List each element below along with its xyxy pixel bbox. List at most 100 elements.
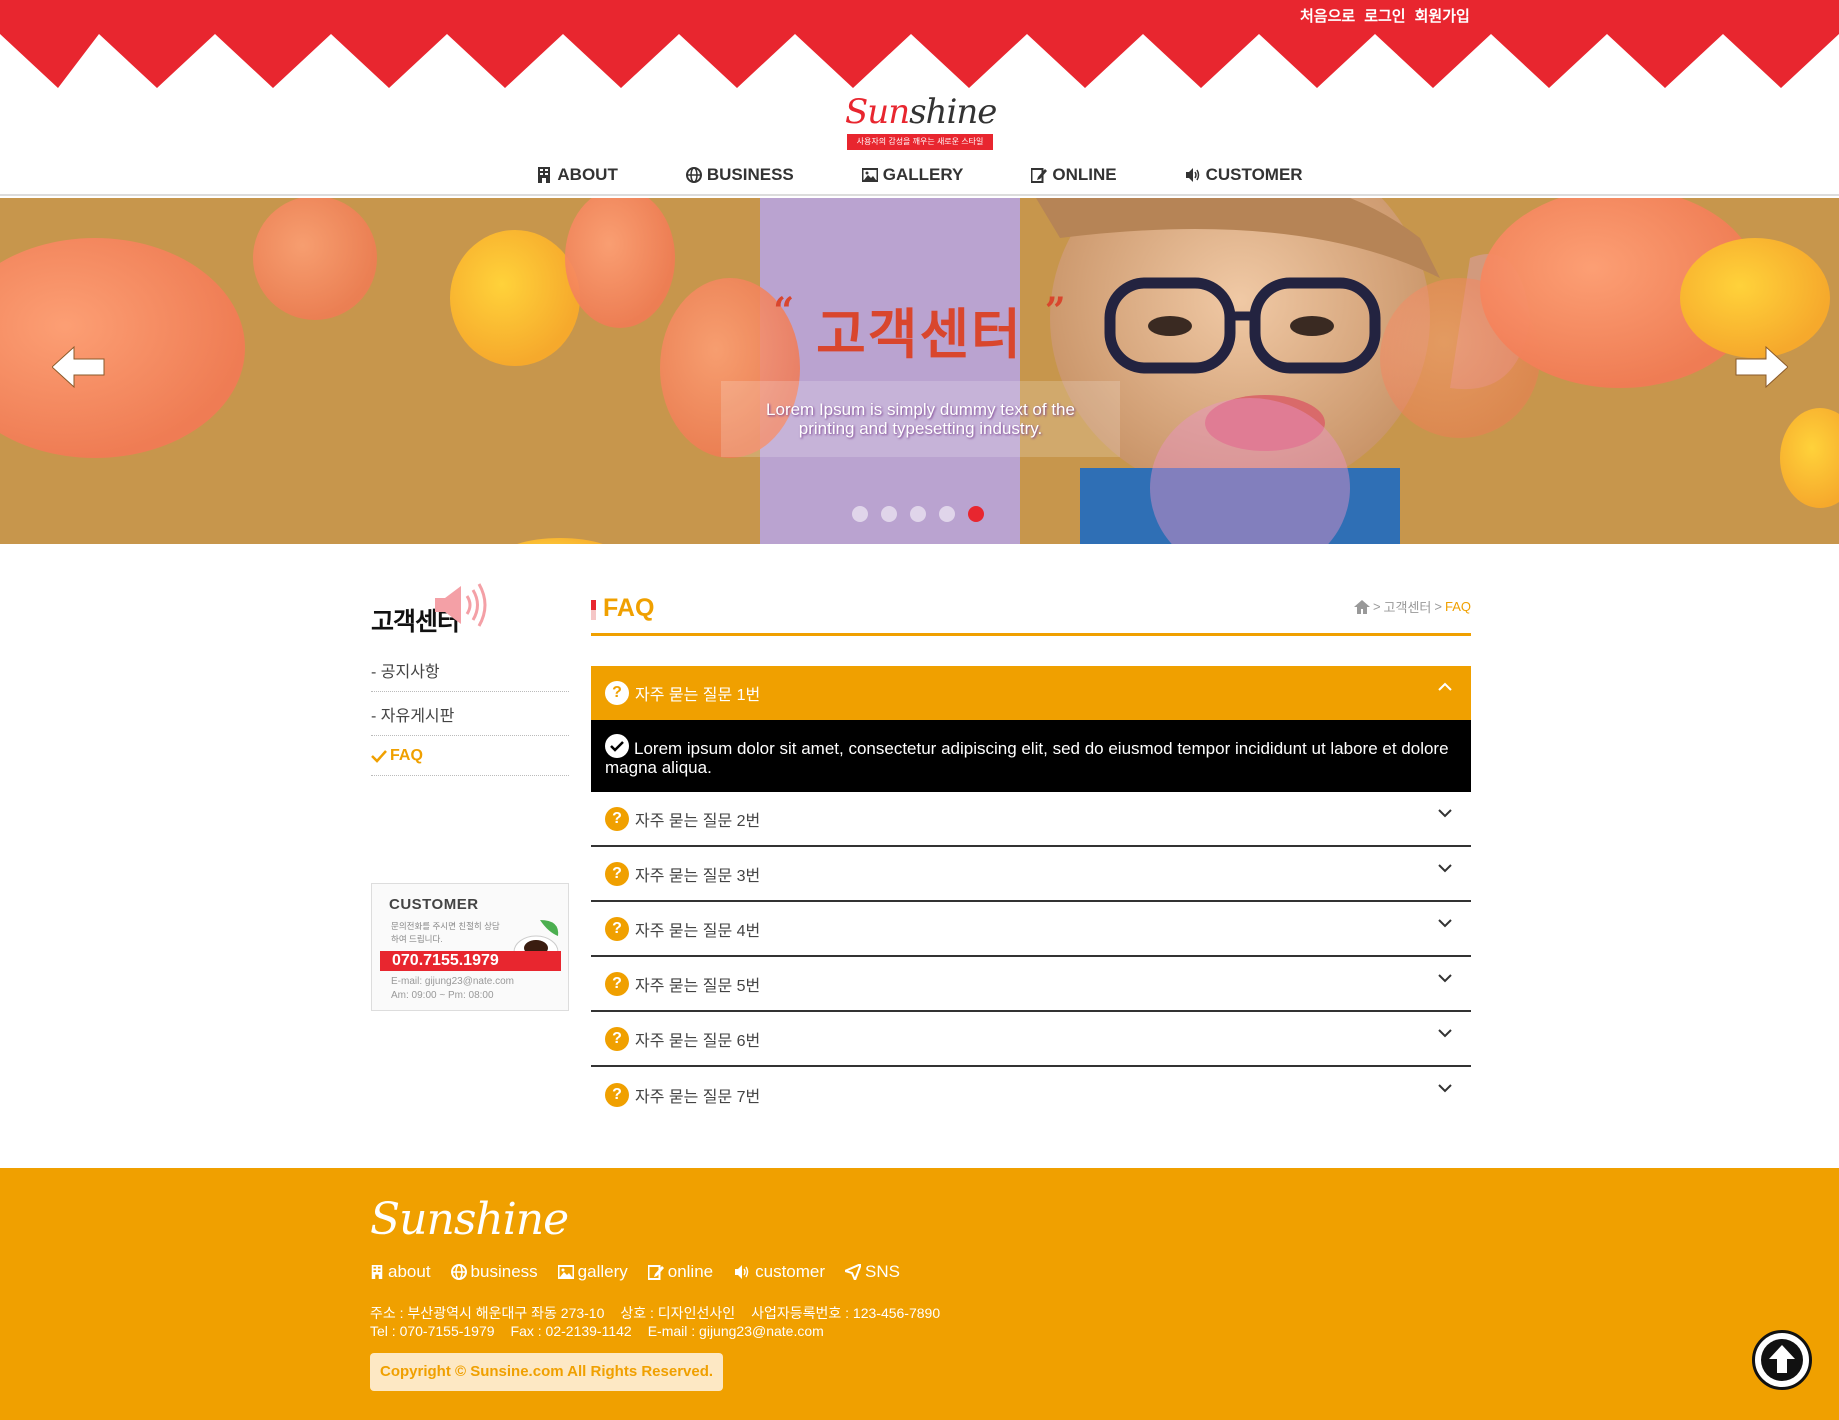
slide-dot-2[interactable] [881, 506, 897, 522]
sidebar-item-label: - 공지사항 [371, 663, 440, 681]
hero-open-quote: “ [773, 290, 795, 332]
footer-link-sns[interactable]: SNS [845, 1262, 900, 1282]
globe-icon [685, 167, 702, 183]
nav-online[interactable]: ONLINE [1031, 158, 1117, 192]
faq-question-text: 자주 묻는 질문 7번 [635, 1088, 761, 1106]
chevron-down-icon [1438, 974, 1452, 983]
faq-question-text: 자주 묻는 질문 5번 [635, 977, 761, 995]
signup-link[interactable]: 회원가입 [1415, 5, 1470, 26]
top-zigzag-banner [0, 0, 1839, 90]
speaker-icon [1185, 168, 1199, 182]
footer-address: 주소 : 부산광역시 해운대구 좌동 273-10 [370, 1305, 605, 1321]
footer-link-about[interactable]: about [370, 1262, 431, 1282]
faq-answer-text: Lorem ipsum dolor sit amet, consectetur … [605, 739, 1449, 777]
send-icon [845, 1264, 862, 1280]
customer-hours: Am: 09:00 ~ Pm: 08:00 [391, 990, 494, 1001]
logo-part-shine: shine [909, 92, 997, 132]
footer-link-label: about [388, 1262, 431, 1281]
footer-link-label: business [470, 1262, 538, 1281]
chevron-down-icon [1438, 1084, 1452, 1093]
footer-link-label: SNS [865, 1262, 901, 1281]
customer-info-banner[interactable]: CUSTOMER 문의전화를 주시면 친절히 상담하여 드립니다. 070.71… [371, 883, 569, 1011]
footer-link-label: online [667, 1262, 714, 1281]
slide-dot-4[interactable] [939, 506, 955, 522]
nav-customer[interactable]: CUSTOMER [1185, 158, 1303, 192]
faq-question-6[interactable]: ? 자주 묻는 질문 6번 [591, 1012, 1471, 1067]
zigzag-shape [0, 0, 1839, 88]
home-icon[interactable] [1353, 599, 1370, 614]
faq-question-text: 자주 묻는 질문 6번 [635, 1032, 761, 1050]
breadcrumb-separator: > [1434, 599, 1442, 614]
edit-icon [1031, 168, 1048, 183]
site-logo[interactable]: Sunshine 사용자의 감성을 깨우는 새로운 스타일 [845, 92, 997, 150]
sidebar-item-freeboard[interactable]: - 자유게시판 [371, 692, 569, 736]
nav-about[interactable]: ABOUT [536, 158, 618, 192]
nav-customer-label: CUSTOMER [1205, 165, 1303, 184]
footer-logo[interactable]: Sunshine [370, 1194, 569, 1245]
site-footer: Sunshine about business gallery online c… [0, 1168, 1839, 1420]
footer-company-name: 상호 : 디자인선사인 [620, 1305, 736, 1321]
check-circle-icon [605, 734, 629, 758]
chevron-down-icon [1438, 1029, 1452, 1038]
login-link[interactable]: 로그인 [1364, 5, 1405, 26]
faq-question-text: 자주 묻는 질문 3번 [635, 867, 761, 885]
arrow-up-circle-icon [1761, 1339, 1803, 1381]
chevron-down-icon [1438, 919, 1452, 928]
faq-question-4[interactable]: ? 자주 묻는 질문 4번 [591, 902, 1471, 957]
nav-business[interactable]: BUSINESS [685, 158, 794, 192]
title-accent-bar [591, 600, 596, 620]
faq-question-3[interactable]: ? 자주 묻는 질문 3번 [591, 847, 1471, 902]
page-title: FAQ [603, 594, 655, 622]
breadcrumb-current: FAQ [1444, 599, 1471, 614]
edit-icon [647, 1265, 664, 1280]
sidebar-item-notice[interactable]: - 공지사항 [371, 648, 569, 692]
faq-question-5[interactable]: ? 자주 묻는 질문 5번 [591, 957, 1471, 1012]
faq-answer-1: Lorem ipsum dolor sit amet, consectetur … [591, 720, 1471, 792]
customer-banner-subtitle: 문의전화를 주시면 친절히 상담하여 드립니다. [391, 921, 500, 944]
footer-tel: Tel : 070-7155-1979 [370, 1323, 495, 1339]
footer-link-gallery[interactable]: gallery [557, 1262, 628, 1282]
footer-company-info: 주소 : 부산광역시 해운대구 좌동 273-10 상호 : 디자인선사인 사업… [370, 1304, 940, 1340]
logo-tagline: 사용자의 감성을 깨우는 새로운 스타일 [847, 134, 993, 150]
globe-icon [450, 1264, 467, 1280]
home-link[interactable]: 처음으로 [1300, 5, 1355, 26]
slide-dot-3[interactable] [910, 506, 926, 522]
sidebar-item-label: FAQ [390, 746, 423, 764]
slide-dot-5[interactable] [968, 506, 984, 522]
nav-business-label: BUSINESS [706, 165, 794, 184]
megaphone-icon [435, 583, 487, 627]
footer-nav: about business gallery online customer S… [370, 1262, 900, 1282]
question-icon: ? [605, 806, 629, 831]
footer-link-label: gallery [577, 1262, 628, 1281]
footer-link-business[interactable]: business [450, 1262, 538, 1282]
sidebar-menu: - 공지사항 - 자유게시판 FAQ [371, 648, 569, 776]
slider-pagination [852, 506, 984, 522]
nav-about-label: ABOUT [557, 165, 618, 184]
breadcrumb-item-customer[interactable]: 고객센터 [1384, 597, 1432, 616]
footer-fax: Fax : 02-2139-1142 [510, 1323, 632, 1339]
sidebar-item-faq[interactable]: FAQ [371, 736, 569, 776]
footer-email: E-mail : gijung23@nate.com [647, 1323, 824, 1339]
scroll-to-top-button[interactable] [1752, 1330, 1812, 1390]
hero-background-image [0, 198, 1839, 544]
breadcrumb-separator: > [1372, 599, 1381, 614]
footer-link-label: customer [755, 1262, 826, 1281]
nav-gallery[interactable]: GALLERY [861, 158, 963, 192]
sidebar-title-block: 고객센터 [371, 580, 569, 640]
faq-question-7[interactable]: ? 자주 묻는 질문 7번 [591, 1067, 1471, 1122]
faq-question-1[interactable]: ? 자주 묻는 질문 1번 [591, 666, 1471, 720]
logo-part-sun: Sun [845, 92, 910, 132]
hero-title-text: 고객센터 [816, 305, 1023, 365]
footer-link-customer[interactable]: customer [733, 1262, 825, 1282]
customer-phone-number: 070.7155.1979 [380, 951, 561, 971]
faq-accordion: ? 자주 묻는 질문 1번 Lorem ipsum dolor sit amet… [591, 666, 1471, 1122]
faq-question-text: 자주 묻는 질문 4번 [635, 922, 761, 940]
faq-question-2[interactable]: ? 자주 묻는 질문 2번 [591, 792, 1471, 847]
question-icon: ? [605, 1026, 629, 1051]
question-icon: ? [605, 971, 629, 996]
building-icon [371, 1265, 383, 1279]
footer-link-online[interactable]: online [647, 1262, 714, 1282]
hero-title: “ 고객센터 ” [0, 290, 1839, 369]
slide-dot-1[interactable] [852, 506, 868, 522]
chevron-down-icon [1438, 864, 1452, 873]
